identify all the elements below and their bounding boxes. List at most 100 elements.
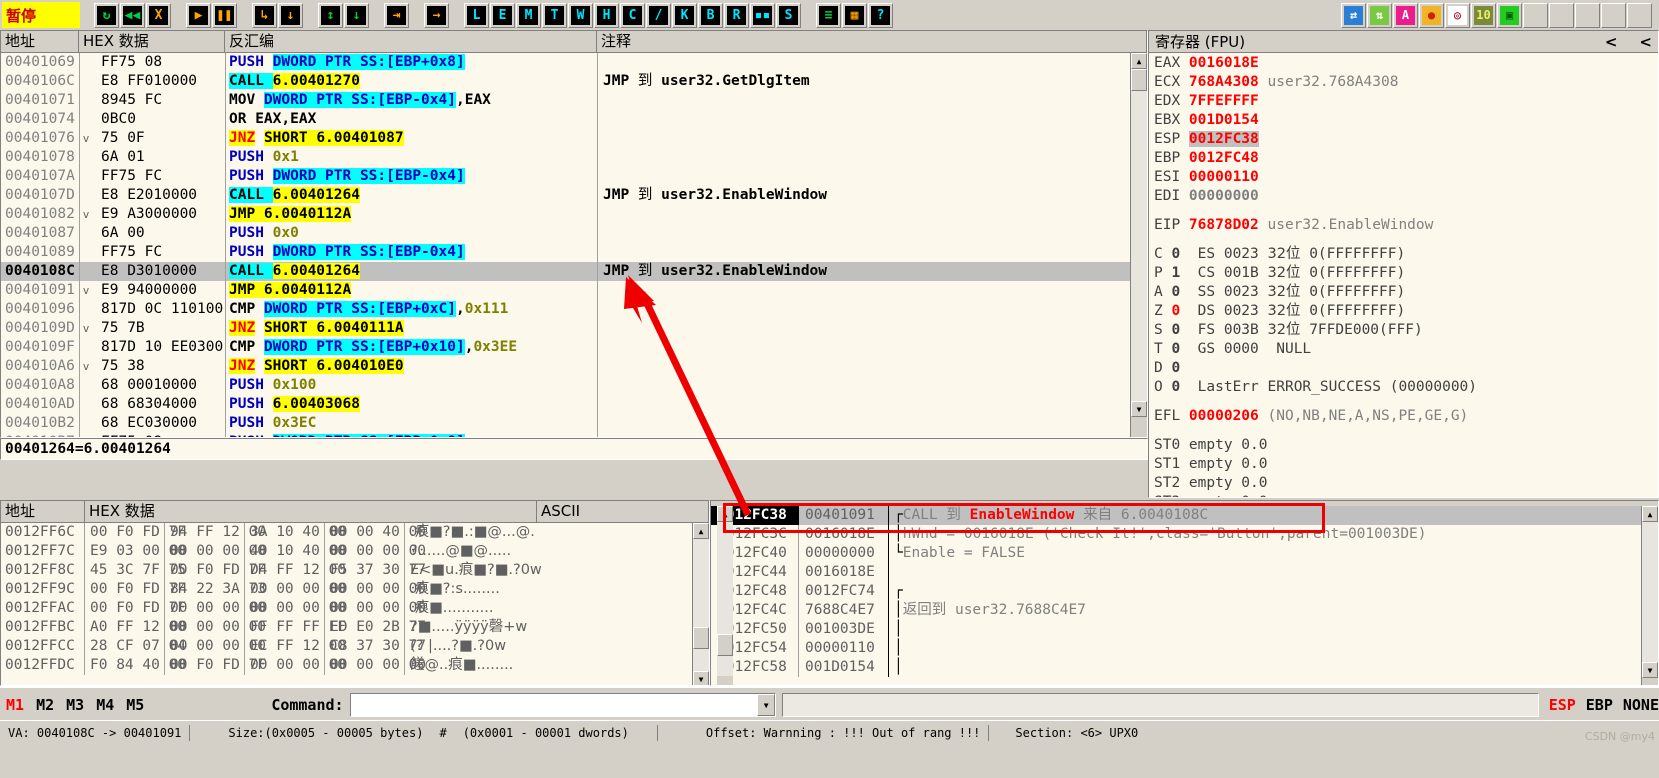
stack-scroll-track-top[interactable] bbox=[717, 522, 733, 634]
flag-value[interactable]: 0 bbox=[1171, 303, 1180, 319]
fpu-row-st3[interactable]: ST3 empty 0.0 bbox=[1154, 493, 1658, 497]
disasm-row[interactable]: 00401082 v E9 A3000000 JMP 6.0040112A bbox=[1, 205, 1147, 224]
disasm-scroll-thumb[interactable] bbox=[1131, 69, 1147, 91]
stack-row[interactable]: 0012FC58 001D0154 │ bbox=[711, 658, 1658, 677]
col-header-hexdata[interactable]: HEX 数据 bbox=[79, 31, 225, 53]
rewind-icon[interactable]: ◀◀ bbox=[120, 2, 145, 28]
registers-nav-left-icon[interactable]: < bbox=[1605, 33, 1640, 51]
stack-row[interactable]: 0012FC48 0012FC74 ┌ bbox=[711, 582, 1658, 601]
command-dropdown-icon[interactable]: ▼ bbox=[757, 694, 776, 716]
stack-row[interactable]: 0012FC3C 0016018E │hWnd = 0016018E ('Check… bbox=[711, 525, 1658, 544]
stack-row[interactable]: 0012FC4C 7688C4E7 │返回到 user32.7688C4E7 bbox=[711, 601, 1658, 620]
command-input[interactable] bbox=[350, 696, 758, 714]
pause-icon[interactable]: ❚❚ bbox=[212, 2, 237, 28]
register-row-ebp[interactable]: EBP 0012FC48 bbox=[1154, 149, 1658, 168]
stack-scrollbar-left[interactable]: ▲ bbox=[717, 506, 733, 685]
marker-m3[interactable]: M3 bbox=[66, 696, 84, 714]
marker-m2[interactable]: M2 bbox=[36, 696, 54, 714]
dump-col-header-ascii[interactable]: ASCII bbox=[537, 501, 709, 523]
disasm-row[interactable]: 004010B2 68 EC030000 PUSH 0x3EC bbox=[1, 414, 1147, 433]
references-icon[interactable]: R bbox=[724, 2, 749, 28]
register-value[interactable]: 00000000 bbox=[1189, 188, 1259, 204]
register-value[interactable]: 00000110 bbox=[1189, 169, 1259, 185]
dump-scroll-down[interactable]: ▼ bbox=[693, 671, 709, 685]
source-icon[interactable]: S bbox=[776, 2, 801, 28]
stack-row[interactable]: 0012FC40 00000000 └Enable = FALSE bbox=[711, 544, 1658, 563]
register-value[interactable]: 76878D02 bbox=[1189, 217, 1259, 233]
options-icon[interactable]: ≡ bbox=[816, 2, 841, 28]
stack-scroll-track-right[interactable] bbox=[1642, 522, 1658, 662]
flag-row-c[interactable]: C 0 ES 0023 32位 0(FFFFFFFF) bbox=[1154, 245, 1658, 264]
plugin-target-icon[interactable]: ◎ bbox=[1445, 2, 1470, 28]
plugin-record-icon[interactable]: ● bbox=[1419, 2, 1444, 28]
flag-row-a[interactable]: A 0 SS 0023 32位 0(FFFFFFFF) bbox=[1154, 283, 1658, 302]
stack-scrollbar-right[interactable]: ▲ ▼ bbox=[1641, 506, 1658, 685]
disasm-row[interactable]: 004010AD 68 68304000 PUSH 6.00403068 bbox=[1, 395, 1147, 414]
stack-scroll-thumb[interactable] bbox=[717, 634, 733, 656]
reg-badge-none[interactable]: NONE bbox=[1623, 696, 1659, 714]
step-into-icon[interactable]: ↓ bbox=[278, 2, 303, 28]
disasm-row[interactable]: 00401091 v E9 94000000 JMP 6.0040112A bbox=[1, 281, 1147, 300]
register-value[interactable]: 768A4308 bbox=[1189, 74, 1259, 90]
patches-icon[interactable]: / bbox=[646, 2, 671, 28]
flag-row-d[interactable]: D 0 bbox=[1154, 359, 1658, 378]
dump-row[interactable]: 0012FFBC A0 FF 12 00 00 00 00 00 FF FF FF F… bbox=[1, 618, 709, 637]
register-row-ebx[interactable]: EBX 001D0154 bbox=[1154, 111, 1658, 130]
step-over-icon[interactable]: ↳ bbox=[252, 2, 277, 28]
stack-row[interactable]: 0012FC50 001003DE │ bbox=[711, 620, 1658, 639]
register-row-eax[interactable]: EAX 0016018E bbox=[1154, 54, 1658, 73]
flag-value[interactable]: 0 bbox=[1171, 246, 1180, 262]
flag-row-z[interactable]: Z 0 DS 0023 32位 0(FFFFFFFF) bbox=[1154, 302, 1658, 321]
flag-row-o[interactable]: O 0 LastErr ERROR_SUCCESS (00000000) bbox=[1154, 378, 1658, 397]
register-row-edi[interactable]: EDI 00000000 bbox=[1154, 187, 1658, 206]
windows-icon[interactable]: W bbox=[568, 2, 593, 28]
disasm-row[interactable]: 004010A6 v 75 38 JNZ SHORT 6.004010E0 bbox=[1, 357, 1147, 376]
dump-col-header-hexdata[interactable]: HEX 数据 bbox=[85, 501, 537, 523]
dump-scroll-track-bot[interactable] bbox=[693, 649, 709, 671]
dump-scroll-thumb[interactable] bbox=[693, 627, 709, 649]
flag-row-s[interactable]: S 0 FS 003B 32位 7FFDE000(FFF) bbox=[1154, 321, 1658, 340]
executable-modules-icon[interactable]: E bbox=[490, 2, 515, 28]
flag-value[interactable]: 0 bbox=[1171, 360, 1180, 376]
stack-scroll-up-right[interactable]: ▲ bbox=[1642, 506, 1658, 522]
fpu-row-st0[interactable]: ST0 empty 0.0 bbox=[1154, 436, 1658, 455]
threads-icon[interactable]: T bbox=[542, 2, 567, 28]
disassembly-rows[interactable]: 00401069 FF75 08 PUSH DWORD PTR SS:[EBP+0x… bbox=[1, 53, 1147, 437]
reg-badge-esp[interactable]: ESP bbox=[1549, 696, 1576, 714]
disasm-scroll-up[interactable]: ▲ bbox=[1131, 53, 1147, 69]
flag-row-t[interactable]: T 0 GS 0000 NULL bbox=[1154, 340, 1658, 359]
disassembly-panel[interactable]: 地址 HEX 数据 反汇编 注释 00401069 FF75 08 PUSH DWO… bbox=[0, 30, 1148, 438]
trace-into-icon[interactable]: ↕ bbox=[318, 2, 343, 28]
restart-icon[interactable]: ↻ bbox=[94, 2, 119, 28]
execute-till-return-icon[interactable]: ⇥ bbox=[384, 2, 409, 28]
disasm-scrollbar[interactable]: ▲ ▼ bbox=[1130, 53, 1147, 437]
handles-icon[interactable]: H bbox=[594, 2, 619, 28]
stack-row[interactable]: 0012FC44 0016018E bbox=[711, 563, 1658, 582]
stack-scroll-up[interactable]: ▲ bbox=[717, 506, 733, 522]
dump-scroll-up[interactable]: ▲ bbox=[693, 523, 709, 539]
run-icon[interactable]: ▶ bbox=[186, 2, 211, 28]
command-bar[interactable]: M1 M2 M3 M4 M5 Command: ▼ ESP EBP NONE bbox=[0, 686, 1659, 722]
fpu-row-st2[interactable]: ST2 empty 0.0 bbox=[1154, 474, 1658, 493]
dump-row[interactable]: 0012FFAC 00 F0 FD 7F 00 00 00 00 00 00 00 0… bbox=[1, 599, 709, 618]
register-row-esp[interactable]: ESP 0012FC38 bbox=[1154, 130, 1658, 149]
disasm-row[interactable]: 0040109F 817D 10 EE0300 CMP DWORD PTR SS:[… bbox=[1, 338, 1147, 357]
dump-row[interactable]: 0012FFCC 28 CF 07 04 00 00 00 00 EC FF 12 0… bbox=[1, 637, 709, 656]
disasm-row[interactable]: 0040107A FF75 FC PUSH DWORD PTR SS:[EBP-0x… bbox=[1, 167, 1147, 186]
help-icon[interactable]: ? bbox=[868, 2, 893, 28]
stack-scroll-down-right[interactable]: ▼ bbox=[1642, 662, 1658, 678]
cpu-icon[interactable]: C bbox=[620, 2, 645, 28]
flag-value[interactable]: 1 bbox=[1171, 265, 1180, 281]
col-header-comment[interactable]: 注释 bbox=[597, 31, 1147, 53]
register-row-edx[interactable]: EDX 7FFEFFFF bbox=[1154, 92, 1658, 111]
memory-map-icon[interactable]: M bbox=[516, 2, 541, 28]
registers-body[interactable]: EAX 0016018E ECX 768A4308 user32.768A4308… bbox=[1149, 53, 1658, 497]
disasm-scroll-down[interactable]: ▼ bbox=[1131, 401, 1147, 417]
marker-m4[interactable]: M4 bbox=[96, 696, 114, 714]
marker-m1[interactable]: M1 bbox=[6, 696, 24, 714]
register-value[interactable]: 001D0154 bbox=[1189, 112, 1259, 128]
command-aux-field[interactable] bbox=[782, 693, 1539, 717]
registers-nav-right-icon[interactable]: < bbox=[1639, 33, 1658, 51]
marker-m5[interactable]: M5 bbox=[126, 696, 144, 714]
disasm-row[interactable]: 004010A8 68 00010000 PUSH 0x100 bbox=[1, 376, 1147, 395]
